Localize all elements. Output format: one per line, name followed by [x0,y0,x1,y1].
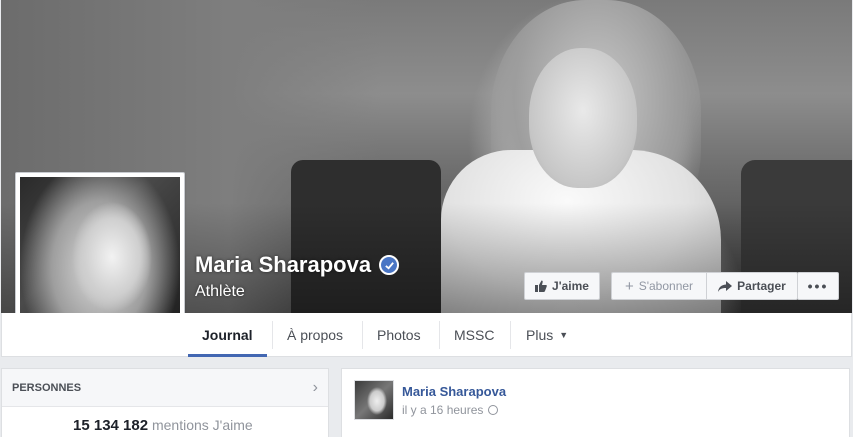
tab-journal[interactable]: Journal [188,313,267,357]
page-category[interactable]: Athlète [195,283,245,301]
likes-count: 15 134 182 [73,417,149,434]
more-button[interactable]: ••• [797,272,839,300]
tab-journal-label: Journal [202,327,253,343]
verified-badge-icon [379,255,400,275]
page-tab-bar: Journal À propos Photos MSSC Plus ▼ [1,313,852,357]
tab-photos-label: Photos [377,327,421,343]
page-name-text: Maria Sharapova [195,252,372,277]
share-arrow-icon [718,280,733,292]
plus-icon: + [624,277,634,295]
follow-button[interactable]: + S'abonner [611,272,706,300]
thumbs-up-icon [535,280,547,292]
post-timestamp[interactable]: il y a 16 heures [402,403,499,417]
globe-icon [488,405,499,415]
post-avatar[interactable] [354,380,394,420]
likes-label: mentions J'aime [151,417,253,433]
people-card: PERSONNES › 15 134 182 mentions J'aime [1,368,329,437]
tab-more-label: Plus [526,327,554,343]
like-button-label: J'aime [552,279,589,293]
page-title[interactable]: Maria Sharapova [195,252,400,278]
like-button[interactable]: J'aime [524,272,600,300]
tab-about-label: À propos [287,327,344,343]
post-time-text: il y a 16 heures [402,403,484,417]
tab-about[interactable]: À propos [273,313,357,357]
tab-mssc[interactable]: MSSC [440,313,508,357]
share-button-label: Partager [737,279,786,293]
post-author-link[interactable]: Maria Sharapova [402,384,506,399]
share-button[interactable]: Partager [706,272,798,300]
tab-mssc-label: MSSC [454,327,495,343]
chevron-right-icon: › [312,378,318,396]
follow-button-label: S'abonner [638,279,694,293]
cover-face [529,48,637,188]
people-card-title: PERSONNES [12,381,82,394]
tab-more[interactable]: Plus ▼ [512,313,582,357]
tab-divider [510,321,511,349]
people-card-header[interactable]: PERSONNES › [2,369,328,407]
tab-photos[interactable]: Photos [363,313,435,357]
caret-down-icon: ▼ [559,330,569,340]
more-dots-icon: ••• [807,278,829,294]
likes-summary: 15 134 182 mentions J'aime [2,407,328,434]
post-card: Maria Sharapova il y a 16 heures [341,368,850,437]
